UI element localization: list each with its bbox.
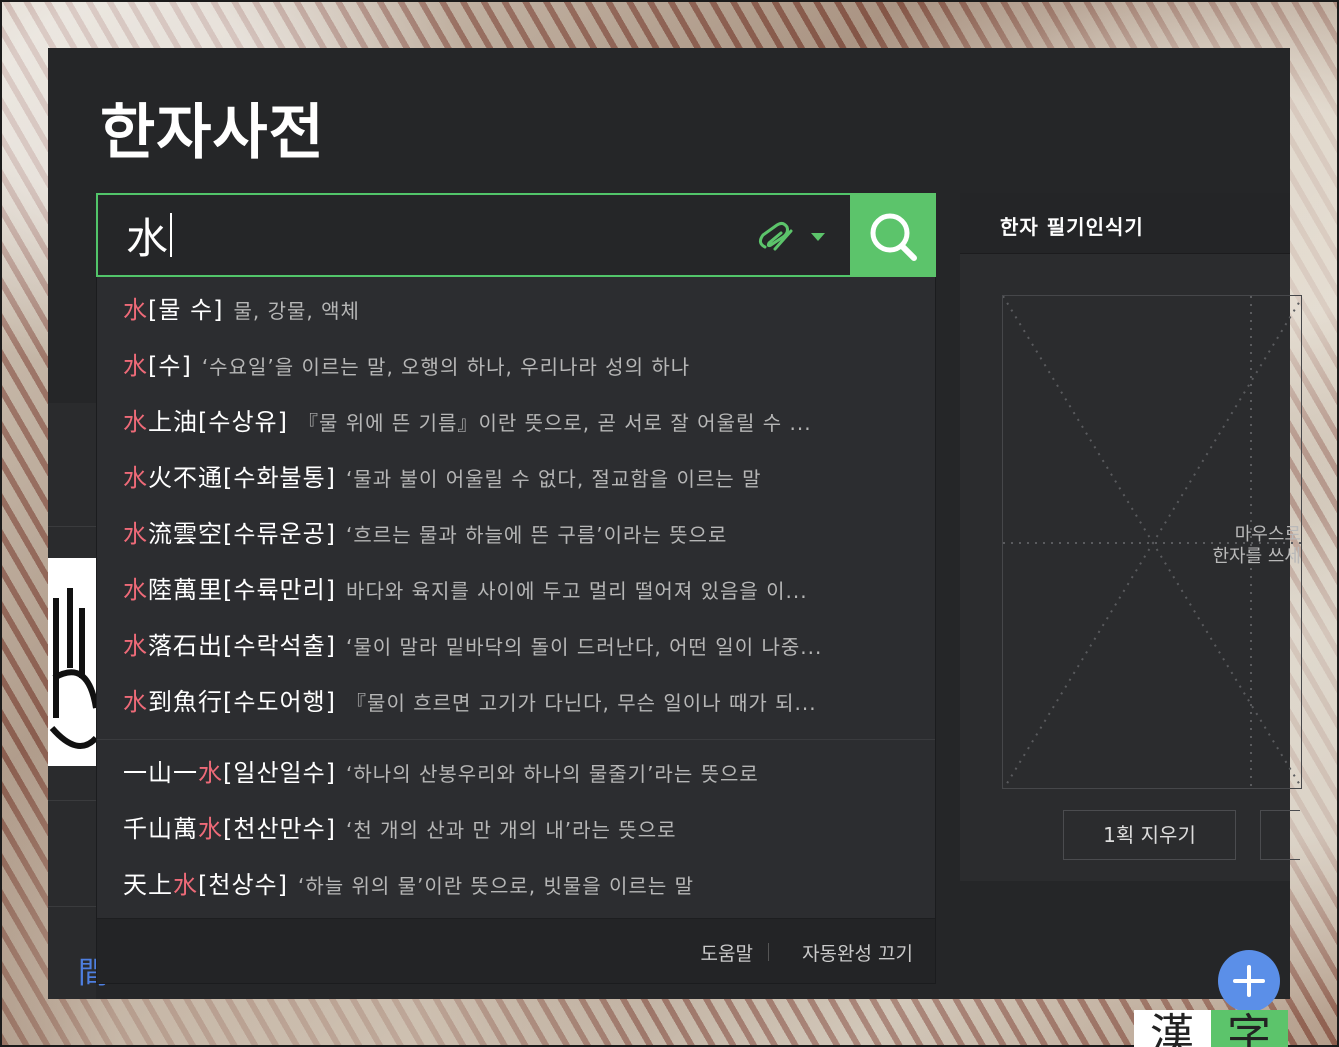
handwriting-title: 한자 필기인식기 bbox=[1000, 215, 1144, 239]
suggestion-item[interactable]: 一山一水[일산일수] ‘하나의 산봉우리와 하나의 물줄기’라는 뜻으로 bbox=[123, 751, 913, 795]
suggestion-word: 水陸萬里[수륙만리] bbox=[123, 576, 337, 604]
suggestion-meaning: ‘하나의 산봉우리와 하나의 물줄기’라는 뜻으로 bbox=[346, 762, 759, 786]
clear-all-button[interactable] bbox=[1260, 810, 1300, 860]
chevron-down-icon bbox=[811, 233, 825, 241]
suggestion-word: 水落石出[수락석출] bbox=[123, 632, 337, 660]
suggestion-word: 水到魚行[수도어행] bbox=[123, 688, 337, 716]
plus-icon bbox=[1233, 965, 1265, 997]
suggestion-meaning: 『물 위에 뜬 기름』이란 뜻으로, 곧 서로 잘 어울릴 수 ... bbox=[297, 411, 812, 435]
suggestion-item[interactable]: 水陸萬里[수륙만리] 바다와 육지를 사이에 두고 멀리 떨어져 있음을 이... bbox=[123, 568, 913, 612]
page-title: 한자사전 bbox=[100, 98, 325, 168]
hanja-logo: 漢 字 bbox=[1134, 1010, 1288, 1047]
divider bbox=[48, 526, 96, 527]
suggestion-word: 水流雲空[수류운공] bbox=[123, 520, 337, 548]
handwriting-recognizer-panel: 한자 필기인식기 마우스로 한자를 쓰세 1획 지우기 bbox=[960, 193, 1302, 881]
suggestion-meaning: ‘흐르는 물과 하늘에 뜬 구름’이라는 뜻으로 bbox=[346, 523, 728, 547]
suggestion-item[interactable]: 千山萬水[천산만수] ‘천 개의 산과 만 개의 내’라는 뜻으로 bbox=[123, 807, 913, 851]
suggestion-item[interactable]: 水上油[수상유] 『물 위에 뜬 기름』이란 뜻으로, 곧 서로 잘 어울릴 수 … bbox=[123, 400, 913, 444]
handwriting-header: 한자 필기인식기 bbox=[960, 193, 1290, 254]
search-input[interactable] bbox=[98, 195, 738, 275]
suggestion-word: 水[수] bbox=[123, 352, 192, 380]
suggestion-item[interactable]: 水流雲空[수류운공] ‘흐르는 물과 하늘에 뜬 구름’이라는 뜻으로 bbox=[123, 512, 913, 556]
suggestion-word: 千山萬水[천산만수] bbox=[123, 815, 337, 843]
text-caret bbox=[170, 213, 172, 257]
suggestion-item[interactable]: 水[수] ‘수요일’을 이르는 말, 오행의 하나, 우리나라 성의 하나 bbox=[123, 344, 913, 388]
dictionary-panel: 한자사전 間 水[물 수]물, 강물, 액체 bbox=[48, 48, 1302, 1047]
suggestion-divider bbox=[97, 739, 935, 740]
search-icon bbox=[870, 213, 917, 261]
suggestion-item[interactable]: 水到魚行[수도어행] 『물이 흐르면 고기가 다닌다, 무슨 일이나 때가 되..… bbox=[123, 680, 913, 724]
suggestion-item[interactable]: 天上水[천상수] ‘하늘 위의 물’이란 뜻으로, 빗물을 이르는 말 bbox=[123, 863, 913, 907]
divider bbox=[768, 943, 769, 961]
help-link[interactable]: 도움말 bbox=[701, 939, 753, 966]
suggestion-word: 天上水[천상수] bbox=[123, 871, 288, 899]
suggestion-word: 水火不通[수화불통] bbox=[123, 464, 337, 492]
autocomplete-off-link[interactable]: 자동완성 끄기 bbox=[802, 939, 913, 966]
handwriting-canvas[interactable]: 마우스로 한자를 쓰세 bbox=[1002, 295, 1302, 789]
canvas-hint: 마우스로 한자를 쓰세 bbox=[1212, 524, 1301, 567]
suggestion-meaning: ‘수요일’을 이르는 말, 오행의 하나, 우리나라 성의 하나 bbox=[201, 355, 691, 379]
suggestion-meaning: 물, 강물, 액체 bbox=[233, 299, 360, 323]
suggestion-meaning: ‘하늘 위의 물’이란 뜻으로, 빗물을 이르는 말 bbox=[297, 874, 694, 898]
suggestion-item[interactable]: 水火不通[수화불통] ‘물과 불이 어울릴 수 없다, 절교함을 이르는 말 bbox=[123, 456, 913, 500]
suggestion-meaning: ‘물과 불이 어울릴 수 없다, 절교함을 이르는 말 bbox=[346, 467, 762, 491]
suggestion-meaning: ‘물이 말라 밑바닥의 돌이 드러난다, 어떤 일이 나중... bbox=[346, 635, 823, 659]
search-button[interactable] bbox=[850, 193, 936, 277]
seal-image bbox=[48, 558, 96, 766]
suggestion-item[interactable]: 水[물 수] 물, 강물, 액체 bbox=[123, 288, 913, 332]
handwriting-pen-icon bbox=[758, 221, 825, 251]
add-button[interactable] bbox=[1218, 950, 1280, 1012]
divider bbox=[48, 906, 96, 907]
suggestion-meaning: 바다와 육지를 사이에 두고 멀리 떨어져 있음을 이... bbox=[346, 579, 808, 603]
divider bbox=[48, 800, 96, 801]
erase-stroke-button[interactable]: 1획 지우기 bbox=[1063, 810, 1236, 860]
autocomplete-dropdown: 水[물 수] 물, 강물, 액체 水[수] ‘수요일’을 이르는 말, 오행의 하나… bbox=[96, 277, 936, 984]
search-box bbox=[96, 193, 936, 277]
handwriting-tool-button[interactable] bbox=[753, 217, 833, 257]
suggestion-word: 水上油[수상유] bbox=[123, 408, 288, 436]
suggestion-word: 一山一水[일산일수] bbox=[123, 759, 337, 787]
suggestion-meaning: ‘천 개의 산과 만 개의 내’라는 뜻으로 bbox=[346, 818, 677, 842]
svg-text:字: 字 bbox=[1227, 1010, 1271, 1047]
dropdown-footer: 도움말 자동완성 끄기 bbox=[97, 918, 935, 983]
suggestion-item[interactable]: 水落石出[수락석출] ‘물이 말라 밑바닥의 돌이 드러난다, 어떤 일이 나중.… bbox=[123, 624, 913, 668]
svg-text:漢: 漢 bbox=[1150, 1010, 1194, 1047]
suggestion-word: 水[물 수] bbox=[123, 296, 224, 324]
suggestion-meaning: 『물이 흐르면 고기가 다닌다, 무슨 일이나 때가 되... bbox=[346, 691, 817, 715]
